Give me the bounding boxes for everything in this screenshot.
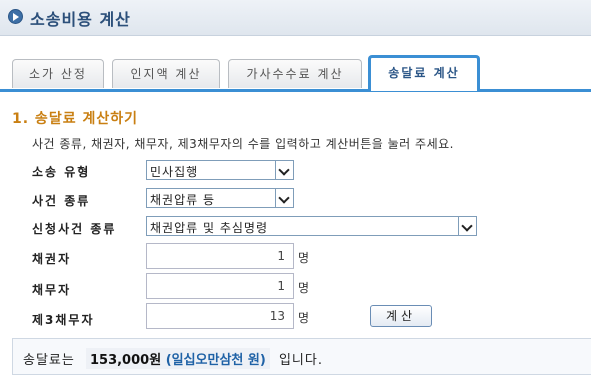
lawsuit-type-select[interactable]: 민사집행 <box>146 160 294 180</box>
case-type-label: 사건 종류 <box>32 194 91 208</box>
tab-family-fee[interactable]: 가사수수료 계산 <box>228 59 362 88</box>
third-debtor-unit: 명 <box>298 311 310 325</box>
chevron-down-icon[interactable] <box>275 161 293 179</box>
third-debtor-count-input[interactable]: 13 <box>146 303 294 329</box>
arrow-right-icon <box>8 9 23 24</box>
debtor-unit: 명 <box>298 281 310 295</box>
case-type-value: 채권압류 등 <box>150 193 216 207</box>
debtor-count-input[interactable]: 1 <box>146 273 294 299</box>
section-title: 1. 송달료 계산하기 <box>12 111 138 127</box>
lawsuit-type-label: 소송 유형 <box>32 165 91 179</box>
result-box: 송달료는 153,000원 (일십오만삼천 원) 입니다. <box>12 338 591 375</box>
tab-stamp-fee[interactable]: 인지액 계산 <box>112 59 220 88</box>
chevron-down-icon[interactable] <box>275 189 293 207</box>
instructions-text: 사건 종류, 채권자, 채무자, 제3채무자의 수를 입력하고 계산버튼을 눌러… <box>32 137 454 151</box>
third-debtor-label: 제3채무자 <box>32 313 95 327</box>
case-type-select[interactable]: 채권압류 등 <box>146 188 294 208</box>
lawsuit-type-value: 민사집행 <box>150 165 199 179</box>
creditor-label: 채권자 <box>32 252 72 266</box>
result-prefix: 송달료는 <box>23 353 75 368</box>
result-suffix: 입니다. <box>278 353 323 368</box>
result-amount-words: (일십오만삼천 원) <box>165 353 266 368</box>
title-bar: 소송비용 계산 <box>0 0 591 36</box>
application-type-value: 채권압류 및 추심명령 <box>150 221 268 235</box>
debtor-label: 채무자 <box>32 283 72 297</box>
application-type-label: 신청사건 종류 <box>32 222 117 236</box>
tab-delivery-fee[interactable]: 송달료 계산 <box>368 55 480 91</box>
creditor-count-input[interactable]: 1 <box>146 243 294 269</box>
page-title: 소송비용 계산 <box>30 10 131 29</box>
result-line: 송달료는 153,000원 (일십오만삼천 원) 입니다. <box>23 348 323 369</box>
chevron-down-icon[interactable] <box>458 217 476 235</box>
result-amount: 153,000원 <box>89 353 162 368</box>
tab-price-assessment[interactable]: 소가 산정 <box>12 59 104 88</box>
application-type-select[interactable]: 채권압류 및 추심명령 <box>146 216 477 236</box>
result-amount-badge: 153,000원 (일십오만삼천 원) <box>85 348 270 369</box>
tab-bar: 소가 산정 인지액 계산 가사수수료 계산 송달료 계산 <box>0 55 591 92</box>
creditor-unit: 명 <box>298 251 310 265</box>
calculate-button[interactable]: 계산 <box>370 305 432 327</box>
